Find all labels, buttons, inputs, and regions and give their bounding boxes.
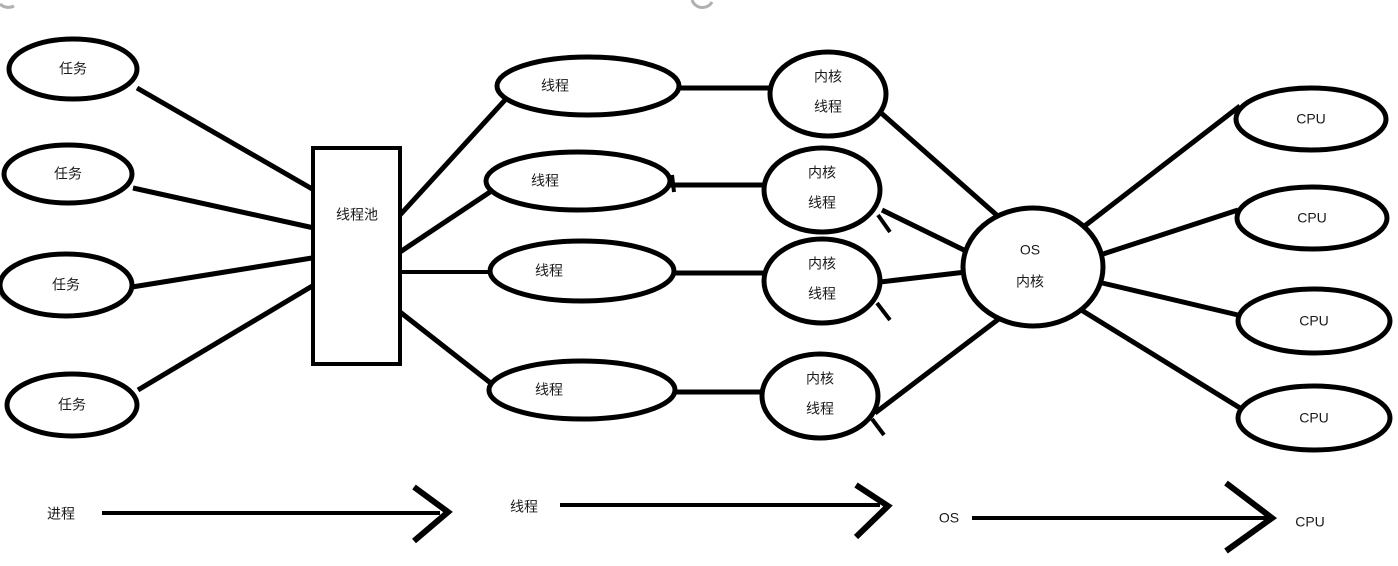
kernel-thread-ellipse [767,49,889,139]
node-kernel-thread-1[interactable]: 内核 线程 [767,49,889,139]
cpu-label: CPU [1299,410,1329,426]
legend-left-label: OS [939,510,959,526]
kernel-thread-label-line1: 内核 [806,371,834,387]
thread-ellipse [486,358,678,422]
kernel-thread-label-line1: 内核 [814,69,842,85]
node-kernel-thread-3[interactable]: 内核 线程 [761,236,883,326]
os-kernel-ellipse [960,205,1106,329]
architecture-diagram: 任务 任务 任务 任务 线程池 线程 线程 线程 线程 内核 线程 内核 线程 … [0,0,1393,554]
node-os-kernel[interactable]: OS 内核 [960,205,1106,329]
cpu-label: CPU [1299,313,1329,329]
kernel-thread-ellipse [761,236,883,326]
task-label: 任务 [59,61,87,77]
kernel-thread-label-line2: 线程 [814,99,842,115]
node-thread-3[interactable]: 线程 [487,238,677,304]
node-task-3[interactable]: 任务 [0,251,135,319]
legend-left-label: 进程 [47,506,75,522]
edge-task1-pool [135,85,316,193]
thread-ellipse [494,54,682,118]
legend-arrow-process: 进程 [47,484,453,544]
thread-label: 线程 [531,173,559,189]
kernel-thread-label-line1: 内核 [808,256,836,272]
thread-pool-rect [311,146,402,366]
node-thread-pool[interactable]: 线程池 [311,146,402,366]
node-thread-4[interactable]: 线程 [486,358,678,422]
legend-arrow-head [853,482,893,540]
kernel-thread-ellipse [761,145,883,235]
thread-ellipse [487,238,677,304]
edge-pool-thread4 [398,310,499,390]
node-cpu-2[interactable]: CPU [1234,184,1390,252]
thread-label: 线程 [541,78,569,94]
edge-kernel4-os [873,316,1002,415]
node-cpu-3[interactable]: CPU [1235,286,1393,356]
edge-task3-pool [131,255,313,290]
legend-arrow-thread: 线程 [510,482,893,540]
edge-task4-pool [136,282,316,393]
os-kernel-label-line2: 内核 [1016,274,1044,290]
node-thread-1[interactable]: 线程 [494,54,682,118]
kernel-thread-label-line2: 线程 [808,195,836,211]
cpu-label: CPU [1296,111,1326,127]
edge-kernel1-os [878,110,1002,220]
edge-tick-kernel2-left [670,174,676,193]
edge-pool-thread1 [398,98,507,217]
thread-pool-label: 线程池 [336,207,378,223]
node-task-1[interactable]: 任务 [6,36,140,102]
edge-os-cpu1 [1080,104,1242,230]
node-kernel-thread-2[interactable]: 内核 线程 [761,145,883,235]
edge-tick-kernel4-right [870,417,886,437]
edge-task2-pool [132,185,315,231]
edges-pool-to-thread [398,98,507,390]
edge-tick-kernel3-right [875,301,892,322]
artifact-arc-top [690,0,714,9]
legend-right-label: CPU [1295,514,1325,530]
node-kernel-thread-4[interactable]: 内核 线程 [759,351,881,441]
edge-os-cpu2 [1099,207,1239,258]
artifact-arc-topleft [0,2,15,9]
os-kernel-label-line1: OS [1020,242,1040,258]
legend-left-label: 线程 [510,499,538,515]
kernel-thread-label-line2: 线程 [806,401,834,417]
task-label: 任务 [54,166,82,182]
edges-task-to-pool [131,85,316,393]
thread-label: 线程 [535,263,563,279]
cpu-label: CPU [1297,210,1327,226]
kernel-thread-label-line1: 内核 [808,165,836,181]
kernel-thread-ellipse [759,351,881,441]
thread-ellipse [483,149,673,213]
node-cpu-1[interactable]: CPU [1233,85,1389,153]
edge-kernel3-os [879,269,967,285]
edge-os-cpu3 [1097,279,1239,318]
task-label: 任务 [52,277,80,293]
diagram-canvas: 任务 任务 任务 任务 线程池 线程 线程 线程 线程 内核 线程 内核 线程 … [0,0,1398,566]
node-cpu-4[interactable]: CPU [1235,383,1393,453]
task-label: 任务 [58,397,86,413]
kernel-thread-label-line2: 线程 [808,286,836,302]
node-task-4[interactable]: 任务 [4,371,140,439]
edge-kernel2-os [880,207,970,255]
thread-label: 线程 [535,382,563,398]
legend-arrow-os-cpu: OS CPU [939,480,1325,554]
node-task-2[interactable]: 任务 [1,142,135,206]
node-thread-2[interactable]: 线程 [483,149,673,213]
edge-os-cpu4 [1076,305,1242,411]
edge-tick-kernel2-right [876,213,892,234]
